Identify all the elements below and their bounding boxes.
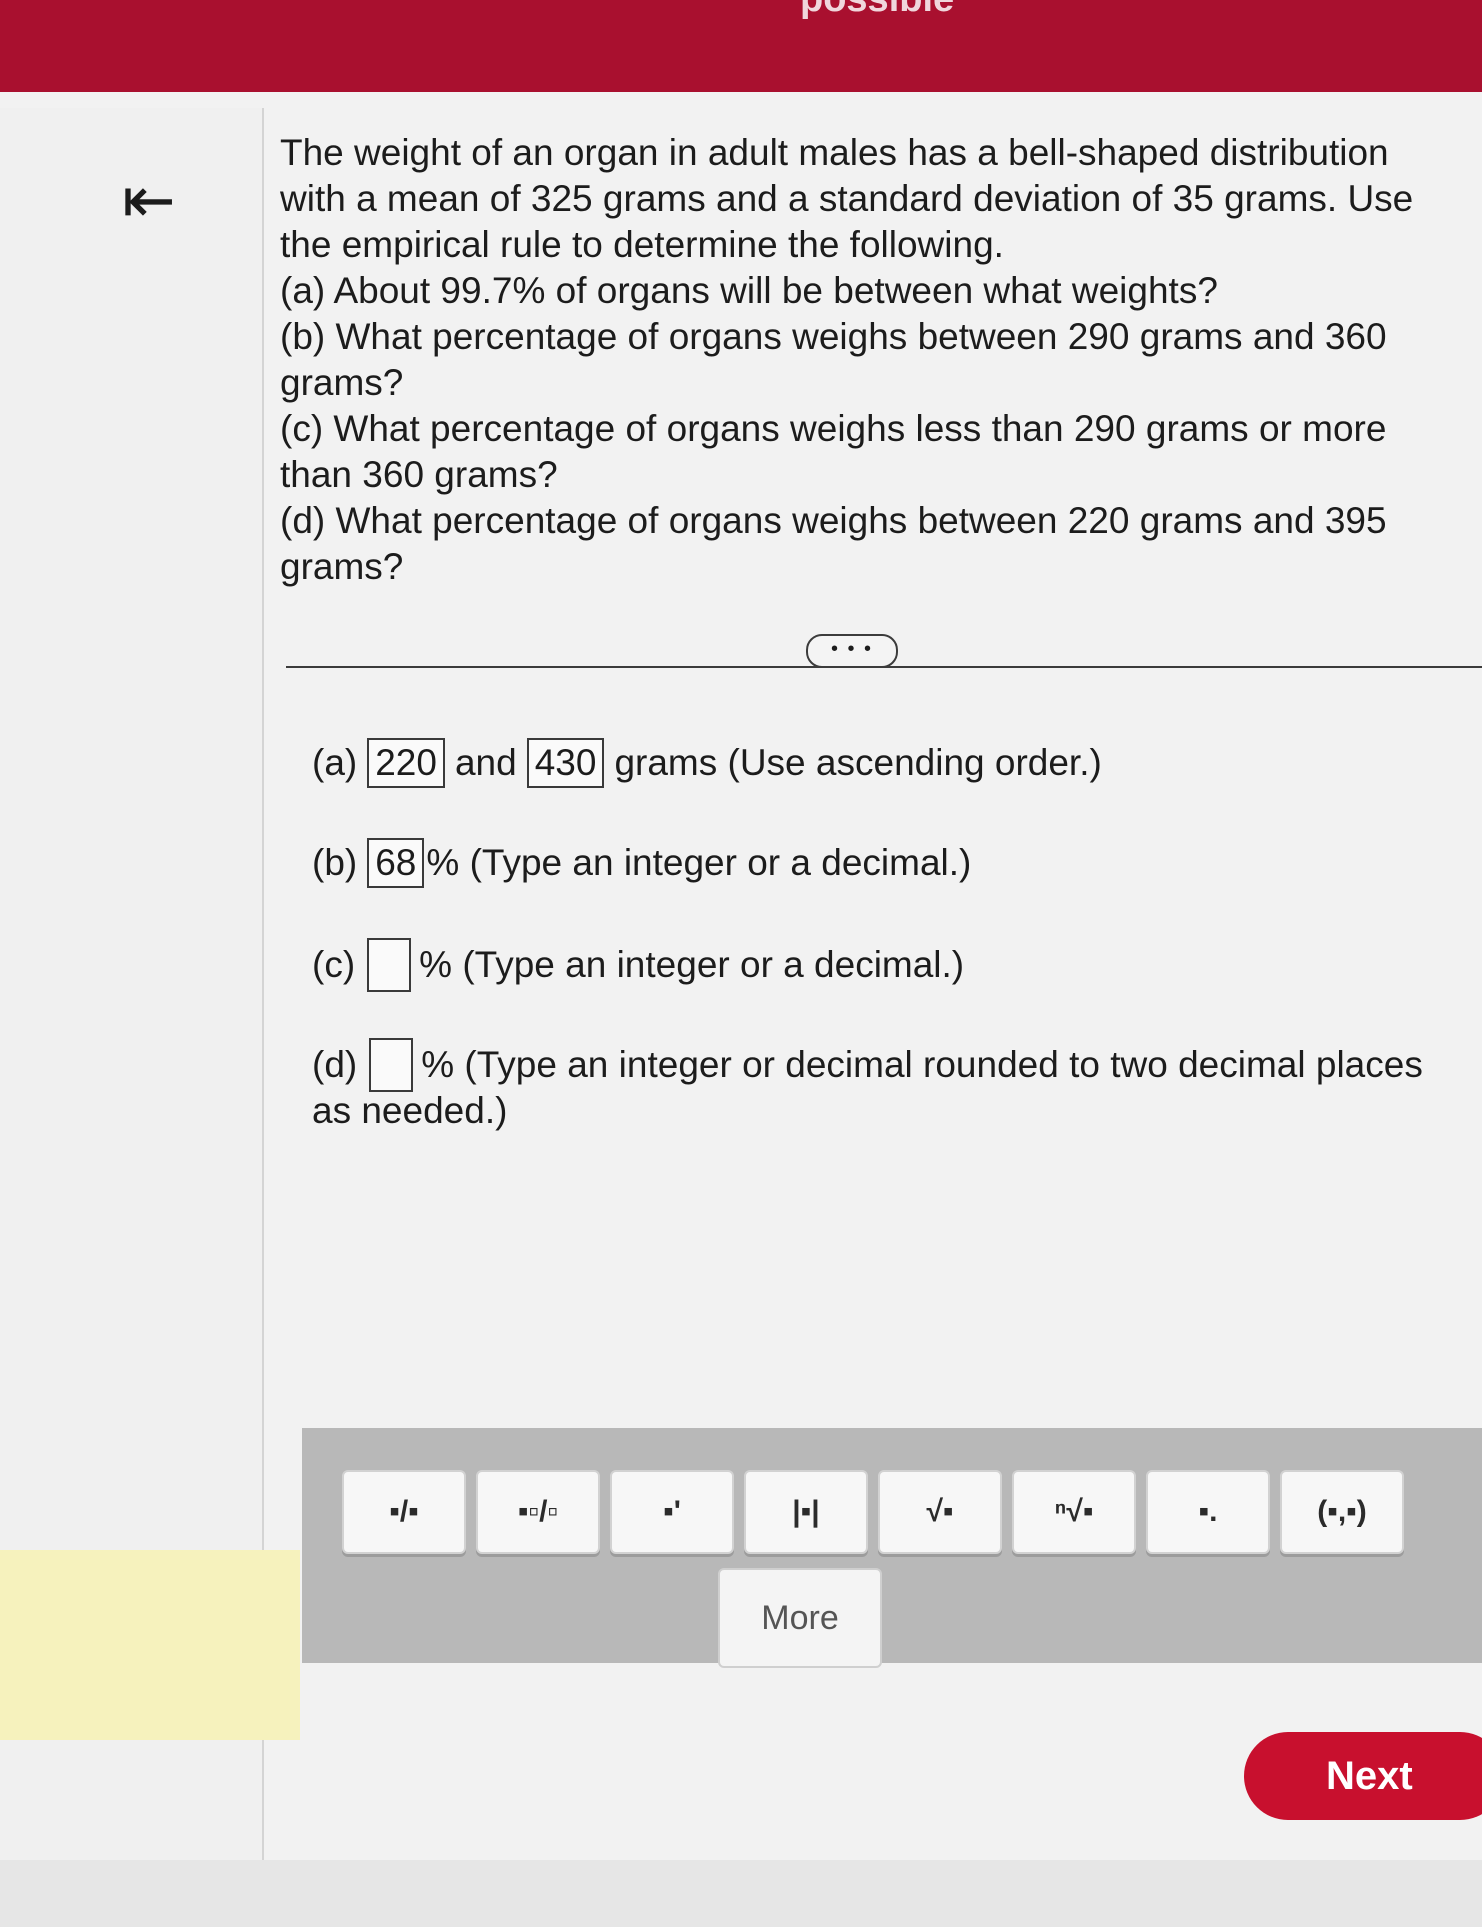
- nth-root-icon[interactable]: ⁿ√▪: [1012, 1470, 1136, 1554]
- answer-b-instructions: % (Type an integer or a decimal.): [426, 842, 972, 883]
- answer-row-a: (a) 220 and 430 grams (Use ascending ord…: [312, 738, 1102, 788]
- answer-row-d: (d) % (Type an integer or decimal rounde…: [312, 1038, 1423, 1092]
- answer-row-d-continued: as needed.): [312, 1090, 507, 1132]
- answer-a-input-2[interactable]: 430: [526, 738, 605, 788]
- answer-a-label: (a): [312, 742, 358, 783]
- answer-a-connector: and: [454, 742, 517, 783]
- answer-c-instructions: % (Type an integer or a decimal.): [419, 944, 965, 985]
- square-root-icon[interactable]: √▪: [878, 1470, 1002, 1554]
- ordered-pair-icon[interactable]: (▪,▪): [1280, 1470, 1404, 1554]
- footer-area: [0, 1860, 1482, 1927]
- absolute-value-icon[interactable]: |▪|: [744, 1470, 868, 1554]
- answer-b-input[interactable]: 68: [367, 838, 425, 888]
- answer-d-label: (d): [312, 1044, 358, 1085]
- answer-c-label: (c): [312, 944, 356, 985]
- question-part-a: (a) About 99.7% of organs will be betwee…: [280, 270, 1218, 311]
- more-button[interactable]: More: [718, 1568, 882, 1668]
- answer-d-instructions: % (Type an integer or decimal rounded to…: [421, 1044, 1423, 1085]
- answer-row-c: (c) % (Type an integer or a decimal.): [312, 938, 964, 992]
- fraction-icon[interactable]: ▪/▪: [342, 1470, 466, 1554]
- question-part-d: (d) What percentage of organs weighs bet…: [280, 500, 1387, 587]
- answer-d-instructions-line2: as needed.): [312, 1090, 508, 1131]
- header-text: possible: [800, 0, 954, 21]
- answer-c-input[interactable]: [367, 938, 412, 992]
- expand-ellipsis-button[interactable]: • • •: [806, 634, 898, 668]
- next-button[interactable]: Next: [1244, 1732, 1482, 1820]
- answer-row-b: (b) 68 % (Type an integer or a decimal.): [312, 838, 971, 888]
- answer-d-input[interactable]: [369, 1038, 414, 1092]
- left-highlight: [0, 1550, 300, 1740]
- question-intro: The weight of an organ in adult males ha…: [280, 132, 1414, 265]
- question-content: The weight of an organ in adult males ha…: [262, 108, 1482, 1927]
- question-text: The weight of an organ in adult males ha…: [280, 130, 1460, 590]
- back-to-start-icon[interactable]: ⇤: [122, 160, 202, 240]
- question-part-b: (b) What percentage of organs weighs bet…: [280, 316, 1387, 403]
- mixed-number-icon[interactable]: ▪▫/▫: [476, 1470, 600, 1554]
- math-toolbar: ▪/▪ ▪▫/▫ ▪' |▪| √▪ ⁿ√▪ ▪. (▪,▪) More: [302, 1428, 1482, 1668]
- exponent-icon[interactable]: ▪': [610, 1470, 734, 1554]
- answer-a-input-1[interactable]: 220: [367, 738, 445, 788]
- answer-b-label: (b): [312, 842, 358, 883]
- decimal-icon[interactable]: ▪.: [1146, 1470, 1270, 1554]
- question-part-c: (c) What percentage of organs weighs les…: [280, 408, 1387, 495]
- answer-a-instructions: grams (Use ascending order.): [614, 742, 1102, 783]
